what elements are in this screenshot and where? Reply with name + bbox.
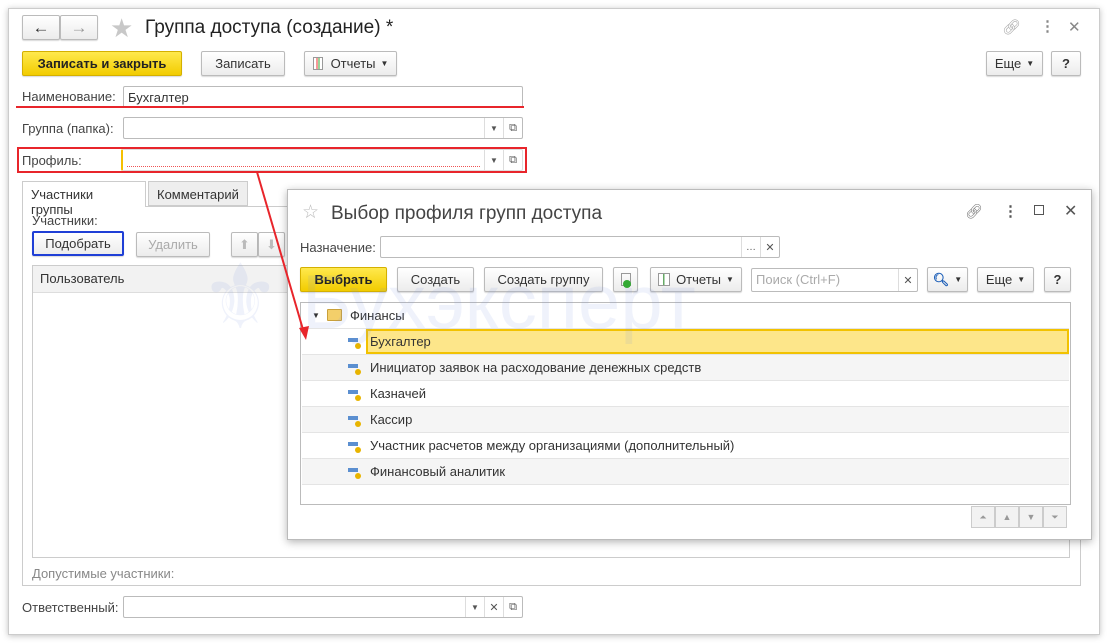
add-document-icon — [620, 273, 631, 288]
tree-item-label: Инициатор заявок на расходование денежны… — [370, 360, 702, 375]
tree-item-label: Казначей — [370, 386, 427, 401]
group-input[interactable]: ▼ ⧉ — [123, 117, 523, 139]
name-input[interactable]: Бухгалтер — [123, 86, 523, 108]
annotation-underline — [16, 106, 524, 108]
tree-item-row[interactable]: Бухгалтер — [302, 329, 1069, 355]
tree-item-label: Кассир — [370, 412, 413, 427]
clear-icon[interactable]: ✕ — [760, 237, 779, 257]
dropdown-icon[interactable]: ▼ — [484, 150, 503, 170]
tree-item-label: Участник расчетов между организациями (д… — [370, 438, 735, 453]
dropdown-icon[interactable]: ▼ — [484, 118, 503, 138]
scroll-up-button[interactable]: ▲ — [995, 506, 1019, 528]
chevron-down-icon: ▼ — [1026, 59, 1035, 68]
search-button[interactable]: 🔍︎ ▼ — [927, 267, 968, 292]
more-button[interactable]: Еще ▼ — [977, 267, 1034, 292]
tree-item-row[interactable]: Казначей — [302, 381, 1069, 407]
save-and-close-button[interactable]: Записать и закрыть — [22, 51, 182, 76]
reports-button[interactable]: Отчеты ▼ — [650, 267, 742, 292]
folder-icon — [327, 309, 342, 321]
more-vertical-icon[interactable]: ⋮ — [1040, 17, 1055, 35]
pick-button[interactable]: Подобрать — [32, 231, 124, 256]
link-icon[interactable]: 🔗︎ — [965, 203, 983, 220]
scroll-top-button[interactable]: ⏶ — [971, 506, 995, 528]
arrow-right-icon: → — [70, 17, 88, 37]
forward-button[interactable]: → — [60, 15, 98, 40]
delete-button[interactable]: Удалить — [136, 232, 210, 257]
maximize-icon[interactable] — [1034, 205, 1044, 215]
star-icon[interactable]: ☆ — [302, 201, 319, 224]
tree-item-row[interactable]: Финансовый аналитик — [302, 459, 1069, 485]
arrow-down-icon: ⬇ — [266, 236, 277, 252]
chevron-down-icon: ▼ — [1017, 275, 1026, 284]
report-icon — [312, 57, 323, 70]
more-vertical-icon[interactable]: ⋮ — [1003, 202, 1018, 220]
tree-navigation: ⏶ ▲ ▼ ⏷ — [971, 506, 1071, 528]
tab-comment[interactable]: Комментарий — [148, 181, 248, 206]
chevron-down-icon: ▼ — [380, 59, 389, 68]
create-button[interactable]: Создать — [397, 267, 474, 292]
star-icon[interactable]: ★ — [110, 13, 133, 44]
ellipsis-icon[interactable]: … — [741, 237, 760, 257]
open-icon[interactable]: ⧉ — [503, 118, 522, 138]
tree-item-label: Бухгалтер — [370, 334, 431, 349]
profile-label: Профиль: — [22, 153, 82, 168]
search-icon: 🔍︎ — [932, 271, 950, 287]
name-label: Наименование: — [22, 89, 116, 104]
back-button[interactable]: ← — [22, 15, 60, 40]
select-button[interactable]: Выбрать — [300, 267, 387, 292]
open-icon[interactable]: ⧉ — [503, 150, 522, 170]
link-icon[interactable]: 🔗︎ — [1002, 18, 1021, 36]
tree-group-row[interactable]: ▼ Финансы — [302, 303, 1069, 329]
copy-button[interactable] — [613, 267, 638, 292]
scroll-bottom-button[interactable]: ⏷ — [1043, 506, 1067, 528]
clear-icon[interactable]: ✕ — [484, 597, 503, 617]
help-button[interactable]: ? — [1044, 267, 1071, 292]
report-icon — [658, 273, 671, 286]
dropdown-icon[interactable]: ▼ — [465, 597, 484, 617]
responsible-input[interactable]: ▼ ✕ ⧉ — [123, 596, 523, 618]
profile-icon — [348, 362, 361, 375]
profile-selection-dialog: ☆ Выбор профиля групп доступа 🔗︎ ⋮ ✕ Наз… — [287, 189, 1092, 540]
required-underline — [127, 166, 480, 167]
profile-input[interactable]: ▼ ⧉ — [121, 149, 523, 171]
dialog-title: Выбор профиля групп доступа — [331, 203, 603, 224]
reports-button[interactable]: Отчеты ▼ — [304, 51, 397, 76]
tree-item-label: Финансовый аналитик — [370, 464, 506, 479]
expand-icon[interactable]: ▼ — [312, 311, 320, 320]
close-icon[interactable]: ✕ — [1068, 18, 1081, 36]
allowed-members-label: Допустимые участники: — [32, 566, 175, 581]
tree-item-row[interactable]: Инициатор заявок на расходование денежны… — [302, 355, 1069, 381]
clear-icon[interactable]: ✕ — [898, 269, 917, 291]
purpose-label: Назначение: — [300, 240, 376, 255]
tree-item-row[interactable]: Кассир — [302, 407, 1069, 433]
profile-icon — [348, 336, 361, 349]
profile-icon — [348, 466, 361, 479]
purpose-input[interactable]: … ✕ — [380, 236, 780, 258]
more-button[interactable]: Еще ▼ — [986, 51, 1043, 76]
search-input[interactable]: Поиск (Ctrl+F) ✕ — [751, 268, 918, 292]
chevron-down-icon: ▼ — [726, 275, 734, 284]
profile-icon — [348, 440, 361, 453]
save-button[interactable]: Записать — [201, 51, 285, 76]
profiles-tree: ▼ Финансы Бухгалтер Инициатор заявок на р… — [300, 302, 1071, 505]
create-group-button[interactable]: Создать группу — [484, 267, 603, 292]
tree-item-row[interactable]: Участник расчетов между организациями (д… — [302, 433, 1069, 459]
page-title: Группа доступа (создание) * — [145, 17, 394, 38]
selection-highlight — [366, 329, 1069, 354]
profile-icon — [348, 388, 361, 401]
group-label: Группа (папка): — [22, 121, 114, 136]
chevron-down-icon: ▼ — [954, 275, 963, 284]
arrow-left-icon: ← — [32, 17, 50, 37]
open-icon[interactable]: ⧉ — [503, 597, 522, 617]
tab-group-members[interactable]: Участники группы — [22, 181, 146, 217]
move-up-button[interactable]: ⬆ — [231, 232, 258, 257]
scroll-down-button[interactable]: ▼ — [1019, 506, 1043, 528]
profile-icon — [348, 414, 361, 427]
arrow-up-icon: ⬆ — [239, 236, 250, 252]
help-button[interactable]: ? — [1051, 51, 1081, 76]
responsible-label: Ответственный: — [22, 600, 119, 615]
close-icon[interactable]: ✕ — [1064, 201, 1077, 221]
move-down-button[interactable]: ⬇ — [258, 232, 285, 257]
